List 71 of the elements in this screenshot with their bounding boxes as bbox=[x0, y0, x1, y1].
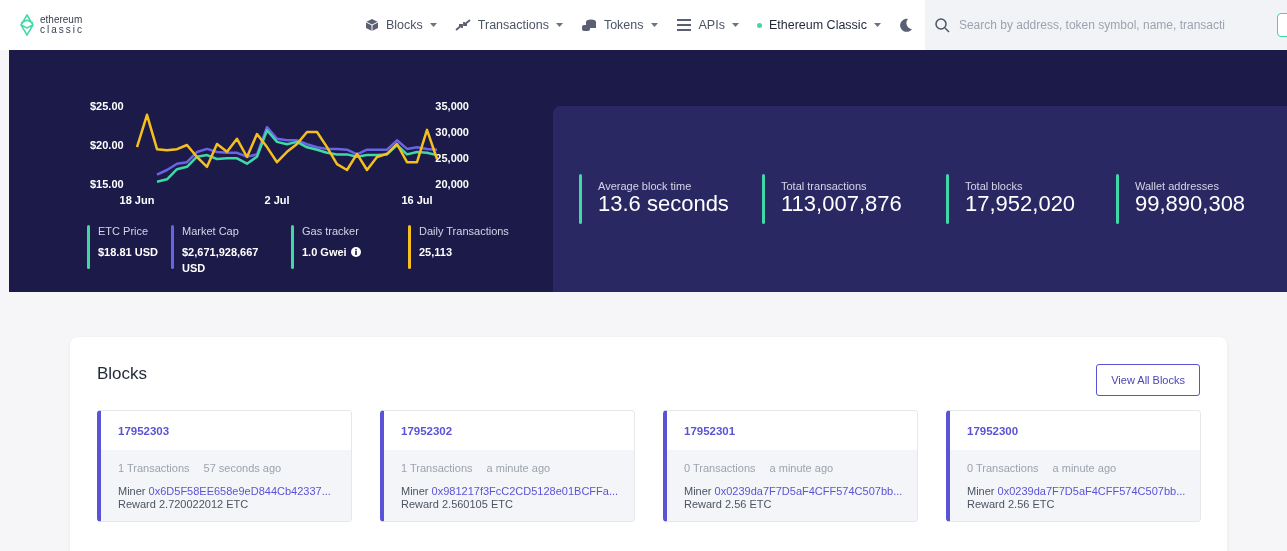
caret-icon bbox=[650, 23, 658, 27]
coins-icon bbox=[580, 18, 597, 32]
stat-value: 99,890,308 bbox=[1135, 196, 1246, 212]
transaction-count: 1 Transactions bbox=[401, 462, 473, 474]
transaction-count: 0 Transactions bbox=[684, 462, 756, 474]
miner-address-link[interactable]: 0x0239da7F7D5aF4CFF574C507bb... bbox=[997, 485, 1186, 497]
axis-tick-label: $20.00 bbox=[90, 139, 124, 151]
stat-value: 25,113 bbox=[419, 245, 453, 260]
miner-label: Miner bbox=[684, 485, 712, 497]
caret-icon bbox=[873, 23, 881, 27]
stat-label: Total transactions bbox=[781, 180, 868, 192]
miner-address-link[interactable]: 0x0239da7F7D5aF4CFF574C507bb... bbox=[714, 485, 903, 497]
axis-tick-label: 30,000 bbox=[435, 126, 469, 138]
list-icon bbox=[675, 18, 692, 32]
block-age: a minute ago bbox=[1052, 462, 1117, 474]
stat-label: Gas tracker bbox=[302, 225, 360, 237]
block-reward: Reward 2.56 ETC bbox=[684, 498, 773, 511]
logo-text[interactable]: ethereum classic bbox=[40, 15, 84, 35]
caret-icon bbox=[429, 23, 437, 27]
block-age: 57 seconds ago bbox=[203, 462, 282, 474]
stat-bar bbox=[1116, 174, 1119, 224]
caret-icon bbox=[555, 23, 563, 27]
block-reward: Reward 2.56 ETC bbox=[967, 498, 1056, 511]
view-all-button[interactable]: View All Blocks bbox=[1096, 364, 1200, 396]
stat-value: $18.81 USD bbox=[98, 245, 158, 260]
stat-label: Daily Transactions bbox=[419, 225, 509, 237]
logo-icon bbox=[20, 14, 34, 36]
stat-label: Market Cap bbox=[182, 225, 240, 237]
axis-tick-label: 25,000 bbox=[435, 152, 469, 164]
stat-value: 17,952,020 bbox=[965, 196, 1076, 212]
axis-tick-label: 2 Jul bbox=[264, 194, 290, 206]
stat-label: Wallet addresses bbox=[1135, 180, 1220, 192]
axis-tick-label: 20,000 bbox=[435, 178, 469, 190]
transaction-count: 1 Transactions bbox=[118, 462, 190, 474]
miner-label: Miner bbox=[967, 485, 995, 497]
caret-icon bbox=[731, 23, 739, 27]
nav-menu[interactable]: Tokens bbox=[580, 18, 658, 32]
transaction-count: 0 Transactions bbox=[967, 462, 1039, 474]
network-menu[interactable]: Ethereum Classic bbox=[756, 18, 881, 32]
arrows-icon bbox=[454, 18, 471, 32]
miner-label: Miner bbox=[118, 485, 146, 497]
stat-value: 13.6 seconds bbox=[598, 196, 729, 212]
axis-tick-label: 18 Jun bbox=[119, 194, 155, 206]
nav-menu[interactable]: Blocks bbox=[365, 18, 437, 32]
block-reward: Reward 2.560105 ETC bbox=[401, 498, 514, 511]
stat-label: Average block time bbox=[598, 180, 693, 192]
stat-bar bbox=[579, 174, 582, 224]
miner-address-link[interactable]: 0x981217f3FcC2CD5128e01BCFFa... bbox=[431, 485, 619, 497]
stat-label: Total blocks bbox=[965, 180, 1024, 192]
miner-address-link[interactable]: 0x6D5F58EE658e9eD844Cb42337... bbox=[148, 485, 331, 497]
stat-value: 1.0 Gwei bbox=[302, 245, 347, 260]
info-icon[interactable] bbox=[350, 247, 361, 257]
search-icon bbox=[934, 17, 950, 33]
block-reward: Reward 2.720022012 ETC bbox=[118, 498, 250, 511]
stat-label: ETC Price bbox=[98, 225, 150, 237]
block-age: a minute ago bbox=[486, 462, 551, 474]
cube-icon bbox=[365, 18, 379, 32]
section-title: Blocks bbox=[97, 364, 148, 384]
stat-bar bbox=[762, 174, 765, 224]
axis-tick-label: $25.00 bbox=[90, 100, 124, 112]
block-age: a minute ago bbox=[769, 462, 834, 474]
axis-tick-label: 35,000 bbox=[435, 100, 469, 112]
stat-value: $2,671,928,667 USD bbox=[182, 245, 260, 276]
moon-icon[interactable] bbox=[898, 18, 913, 32]
stat-bar bbox=[946, 174, 949, 224]
stat-value: 113,007,876 bbox=[781, 196, 902, 212]
axis-tick-label: 16 Jul bbox=[401, 194, 433, 206]
miner-label: Miner bbox=[401, 485, 429, 497]
nav-menu[interactable]: APIs bbox=[675, 18, 739, 32]
axis-tick-label: $15.00 bbox=[90, 178, 124, 190]
nav-menu[interactable]: Transactions bbox=[454, 18, 563, 32]
